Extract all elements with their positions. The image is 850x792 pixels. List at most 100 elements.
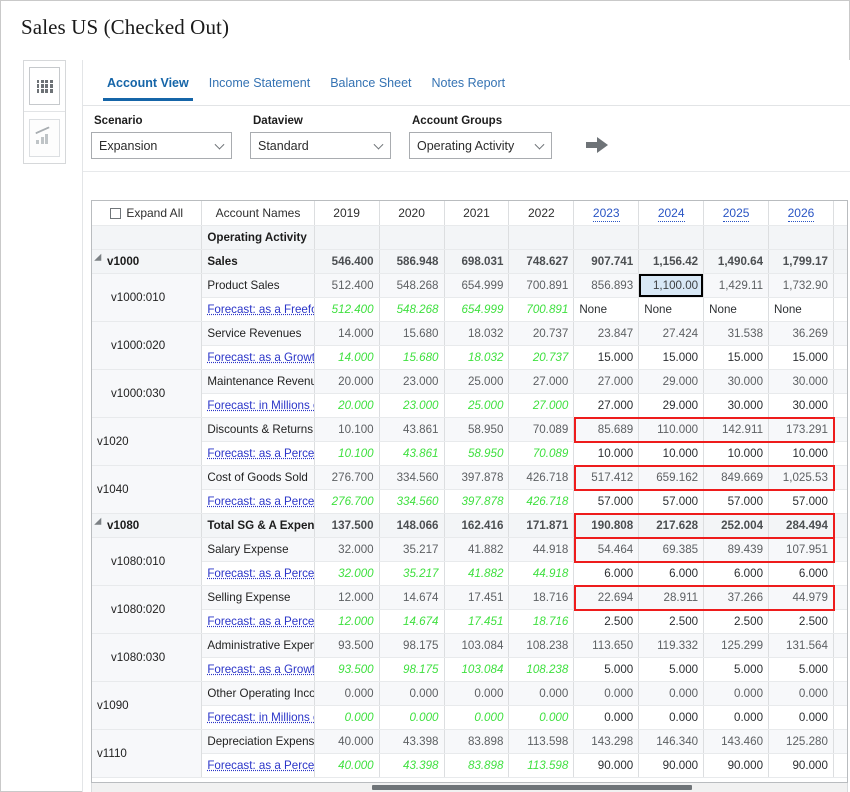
forecast-value-cell[interactable]: 15.000 <box>768 345 834 370</box>
value-cell[interactable]: 85.689 <box>573 417 640 442</box>
forecast-method-link[interactable]: Forecast: in Millions of US <box>201 705 315 730</box>
account-code-cell[interactable]: v1000:030 <box>92 369 203 418</box>
value-cell[interactable]: 98.175 <box>379 633 445 658</box>
value-cell[interactable]: 0.000 <box>379 681 445 706</box>
scenario-select[interactable]: Expansion <box>91 132 232 159</box>
forecast-value-cell[interactable]: 57.000 <box>573 489 640 514</box>
forecast-method-link[interactable]: Forecast: as a Percent of S <box>201 561 315 586</box>
forecast-value-cell[interactable]: 2.500 <box>638 609 705 634</box>
value-cell[interactable]: 23.000 <box>379 369 445 394</box>
forecast-value-cell[interactable]: 6.000 <box>638 561 705 586</box>
value-cell[interactable]: 1,156.42 <box>638 249 705 274</box>
forecast-historical-cell[interactable]: 334.560 <box>379 489 445 514</box>
forecast-historical-cell[interactable]: 512.400 <box>314 297 380 322</box>
account-code-cell[interactable]: v1090 <box>92 681 203 730</box>
value-cell[interactable]: 27.424 <box>638 321 705 346</box>
value-cell[interactable]: 143.298 <box>573 729 640 754</box>
forecast-value-cell[interactable]: 10.000 <box>638 441 705 466</box>
year-header-2019[interactable]: 2019 <box>314 201 380 226</box>
value-cell[interactable]: 40.000 <box>314 729 380 754</box>
forecast-historical-cell[interactable]: 426.718 <box>508 489 575 514</box>
value-cell[interactable]: 43.861 <box>379 417 445 442</box>
value-cell[interactable]: 276.700 <box>314 465 380 490</box>
forecast-historical-cell[interactable]: 20.737 <box>508 345 575 370</box>
forecast-historical-cell[interactable]: 548.268 <box>379 297 445 322</box>
forecast-historical-cell[interactable]: 14.000 <box>314 345 380 370</box>
expand-triangle-icon[interactable] <box>94 517 105 529</box>
forecast-historical-cell[interactable]: 17.451 <box>444 609 510 634</box>
forecast-value-cell[interactable]: 2.500 <box>768 609 834 634</box>
forecast-value-cell[interactable]: 57.000 <box>703 489 770 514</box>
forecast-value-cell[interactable]: 10.000 <box>768 441 834 466</box>
forecast-historical-cell[interactable]: 18.716 <box>508 609 575 634</box>
value-cell[interactable]: 32.000 <box>314 537 380 562</box>
expand-all-header[interactable]: Expand All <box>92 201 203 226</box>
value-cell[interactable]: 142.911 <box>703 417 770 442</box>
forecast-historical-cell[interactable]: 25.000 <box>444 393 510 418</box>
value-cell[interactable]: 0.000 <box>768 681 834 706</box>
value-cell[interactable]: 18.716 <box>508 585 575 610</box>
value-cell[interactable]: 14.674 <box>379 585 445 610</box>
forecast-historical-cell[interactable]: 41.882 <box>444 561 510 586</box>
forecast-historical-cell[interactable]: 93.500 <box>314 657 380 682</box>
forecast-row[interactable]: Forecast: as a Percent of F10.10043.8615… <box>92 441 847 466</box>
value-cell[interactable]: 252.004 <box>703 513 770 538</box>
expand-triangle-icon[interactable] <box>94 253 105 265</box>
value-cell[interactable]: 20.737 <box>508 321 575 346</box>
value-cell[interactable]: 0.000 <box>638 681 705 706</box>
forecast-value-cell[interactable]: None <box>768 297 834 322</box>
value-cell[interactable]: 131.564 <box>768 633 834 658</box>
forecast-row[interactable]: Forecast: as a Percent of S12.00014.6741… <box>92 609 847 634</box>
value-cell[interactable]: 119.332 <box>638 633 705 658</box>
forecast-value-cell[interactable]: 27.000 <box>573 393 640 418</box>
value-cell[interactable]: 1,799.17 <box>768 249 834 274</box>
forecast-historical-cell[interactable]: 12.000 <box>314 609 380 634</box>
value-cell[interactable]: 22.694 <box>573 585 640 610</box>
value-cell[interactable]: 548.268 <box>379 273 445 298</box>
value-cell[interactable]: 89.439 <box>703 537 770 562</box>
value-cell[interactable]: 137.500 <box>314 513 380 538</box>
forecast-row[interactable]: Forecast: in Millions of US20.00023.0002… <box>92 393 847 418</box>
forecast-value-cell[interactable]: None <box>638 297 705 322</box>
value-cell[interactable]: 162.416 <box>444 513 510 538</box>
year-header-2026[interactable]: 2026 <box>768 201 834 226</box>
account-names-header[interactable]: Account Names <box>201 201 315 226</box>
forecast-method-link[interactable]: Forecast: as a Freeform: U <box>201 297 315 322</box>
table-row[interactable]: v1090Other Operating Income/(E0.0000.000… <box>92 681 847 730</box>
year-header-2020[interactable]: 2020 <box>379 201 445 226</box>
account-code-cell[interactable]: v1020 <box>92 417 203 466</box>
value-cell[interactable]: 0.000 <box>444 681 510 706</box>
value-cell[interactable]: 586.948 <box>379 249 445 274</box>
forecast-value-cell[interactable]: 5.000 <box>768 657 834 682</box>
forecast-value-cell[interactable]: 57.000 <box>638 489 705 514</box>
value-cell[interactable]: 44.979 <box>768 585 834 610</box>
year-header-2023[interactable]: 2023 <box>573 201 640 226</box>
table-row[interactable]: v1000 Sales 546.400 586.948 698.031 748.627 90… <box>92 249 847 274</box>
value-cell[interactable]: 107.951 <box>768 537 834 562</box>
account-code-cell[interactable]: v1000:020 <box>92 321 203 370</box>
forecast-historical-cell[interactable]: 397.878 <box>444 489 510 514</box>
forecast-value-cell[interactable]: 90.000 <box>638 753 705 778</box>
forecast-historical-cell[interactable]: 0.000 <box>379 705 445 730</box>
value-cell[interactable]: 397.878 <box>444 465 510 490</box>
table-row[interactable]: v1000:030 Maintenance Revenue 20.000 23.000… <box>92 369 847 418</box>
value-cell[interactable]: 54.464 <box>573 537 640 562</box>
forecast-value-cell[interactable]: 5.000 <box>573 657 640 682</box>
value-cell[interactable]: 190.808 <box>573 513 640 538</box>
forecast-value-cell[interactable]: 5.000 <box>703 657 770 682</box>
forecast-value-cell[interactable]: 90.000 <box>768 753 834 778</box>
value-cell[interactable]: 748.627 <box>508 249 575 274</box>
tab-income-statement[interactable]: Income Statement <box>199 60 320 102</box>
forecast-historical-cell[interactable]: 35.217 <box>379 561 445 586</box>
value-cell[interactable]: 29.000 <box>638 369 705 394</box>
forecast-historical-cell[interactable]: 40.000 <box>314 753 380 778</box>
forecast-value-cell[interactable]: 6.000 <box>768 561 834 586</box>
value-cell[interactable]: 125.280 <box>768 729 834 754</box>
value-cell[interactable]: 69.385 <box>638 537 705 562</box>
forecast-historical-cell[interactable]: 14.674 <box>379 609 445 634</box>
value-cell[interactable]: 0.000 <box>508 681 575 706</box>
value-cell[interactable]: 35.217 <box>379 537 445 562</box>
value-cell[interactable]: 36.269 <box>768 321 834 346</box>
tab-account-view[interactable]: Account View <box>97 60 199 102</box>
forecast-historical-cell[interactable]: 98.175 <box>379 657 445 682</box>
